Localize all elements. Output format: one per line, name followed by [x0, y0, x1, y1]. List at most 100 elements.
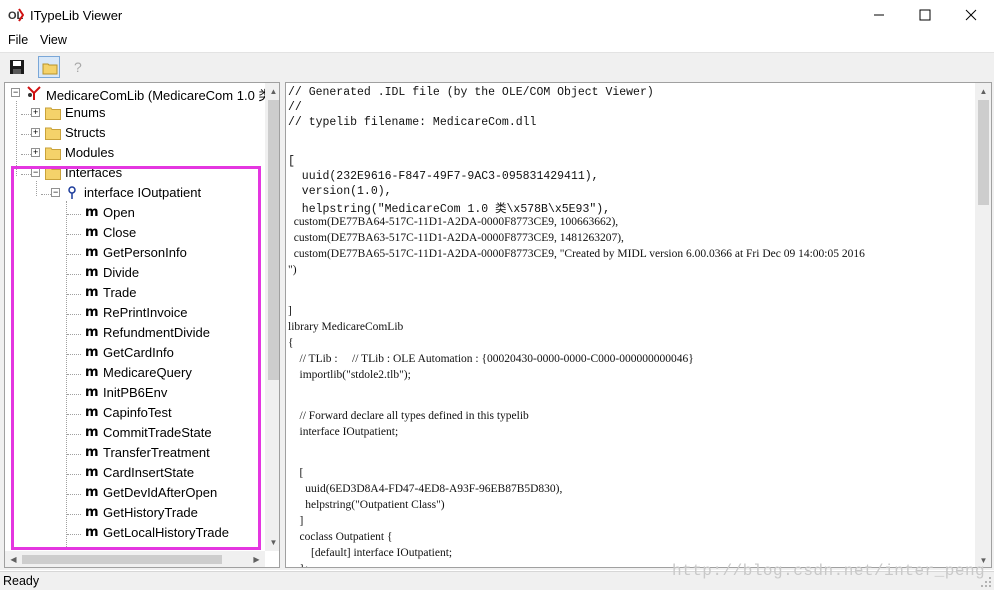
tree-method-item[interactable]: m CapinfoTest — [5, 403, 265, 423]
tree-method-label: GetPersonInfo — [103, 245, 187, 260]
folder-open-icon — [42, 63, 58, 75]
idl-line: uuid(6ED3D8A4-FD47-4ED8-A93F-96EB87B5D83… — [288, 483, 563, 495]
tree-method-label: CardInsertState — [103, 465, 195, 480]
tree-method-item[interactable]: m Divide — [5, 263, 265, 283]
tree-method-label: GetDevIdAfterOpen — [103, 485, 218, 500]
tree-folder-label: Interfaces — [65, 165, 123, 180]
tree-method-item[interactable]: m Open — [5, 203, 265, 223]
ole-view-icon: OL — [8, 8, 24, 22]
idl-line: { — [288, 337, 294, 349]
tree-method-item[interactable]: m RePrintInvoice — [5, 303, 265, 323]
scroll-up-arrow-icon[interactable]: ▲ — [265, 83, 279, 100]
tree-method-label: Divide — [103, 265, 140, 280]
expand-expander[interactable]: + — [31, 108, 40, 117]
tree-method-item[interactable]: m InitPB6Env — [5, 383, 265, 403]
folder-icon — [45, 107, 61, 120]
tree-connector — [67, 474, 81, 475]
tree-vertical-scrollbar[interactable]: ▲ ▼ — [265, 83, 279, 551]
tree-method-item[interactable]: m RefundmentDivide — [5, 323, 265, 343]
collapse-expander[interactable]: − — [11, 88, 20, 97]
open-button[interactable] — [38, 56, 60, 78]
tree-connector — [67, 354, 81, 355]
type-tree[interactable]: − MedicareComLib (MedicareCom 1.0 类 + En… — [5, 83, 265, 551]
idl-line: library MedicareComLib — [288, 321, 404, 333]
window-title: ITypeLib Viewer — [30, 8, 123, 23]
tree-method-item[interactable]: m GetCardInfo — [5, 343, 265, 363]
tree-method-label: MedicareQuery — [103, 365, 192, 380]
scroll-right-arrow-icon[interactable]: ▶ — [248, 551, 265, 567]
folder-open-icon — [45, 167, 61, 180]
tree-connector — [67, 374, 81, 375]
method-icon: m — [85, 345, 99, 360]
idl-line: importlib("stdole2.tlb"); — [288, 369, 411, 381]
save-button[interactable] — [6, 56, 28, 78]
idl-line: ] — [288, 305, 292, 317]
tree-method-item[interactable]: m GetPersonInfo — [5, 243, 265, 263]
method-icon: m — [85, 245, 99, 260]
collapse-expander[interactable]: − — [31, 168, 40, 177]
scroll-thumb[interactable] — [22, 555, 222, 564]
tree-method-item[interactable]: m GetHistoryTrade — [5, 503, 265, 523]
tree-method-label: RefundmentDivide — [103, 325, 210, 340]
tree-connector — [67, 334, 81, 335]
help-button[interactable]: ? — [68, 56, 90, 78]
method-icon: m — [85, 525, 99, 540]
tree-folder-label: Modules — [65, 145, 115, 160]
expand-expander[interactable]: + — [31, 128, 40, 137]
tree-interface-ioutpatient[interactable]: − interface IOutpatient — [5, 183, 265, 203]
save-icon — [10, 60, 24, 74]
idl-vertical-scrollbar[interactable]: ▲ ▼ — [975, 83, 991, 567]
tree-root[interactable]: − MedicareComLib (MedicareCom 1.0 类 — [5, 83, 265, 103]
tree-folder-modules[interactable]: + Modules — [5, 143, 265, 163]
tree-method-item[interactable]: m GetLocalHistoryTrade — [5, 523, 265, 543]
tree-folder-interfaces[interactable]: − Interfaces — [5, 163, 265, 183]
scroll-thumb[interactable] — [978, 100, 989, 205]
tree-method-item[interactable]: m CardInsertState — [5, 463, 265, 483]
idl-text[interactable]: // Generated .IDL file (by the OLE/COM O… — [288, 83, 974, 567]
status-text: Ready — [3, 574, 40, 588]
menu-view[interactable]: View — [40, 33, 67, 47]
tree-method-item[interactable]: m TransferTreatment — [5, 443, 265, 463]
method-icon: m — [85, 285, 99, 300]
idl-line: interface IOutpatient; — [288, 426, 399, 438]
tree-method-item[interactable]: m CommitTradeState — [5, 423, 265, 443]
tree-connector — [67, 214, 81, 215]
tree-connector — [67, 534, 81, 535]
folder-icon — [45, 147, 61, 160]
scroll-down-arrow-icon[interactable]: ▼ — [265, 534, 279, 551]
tree-connector — [67, 514, 81, 515]
type-tree-pane[interactable]: − MedicareComLib (MedicareCom 1.0 类 + En… — [4, 82, 280, 568]
tree-connector — [67, 274, 81, 275]
svg-text:?: ? — [74, 59, 82, 75]
method-icon: m — [85, 425, 99, 440]
tree-method-label: Close — [103, 225, 137, 240]
idl-line: uuid(232E9616-F847-49F7-9AC3-09583142941… — [288, 170, 599, 183]
idl-text-pane[interactable]: // Generated .IDL file (by the OLE/COM O… — [285, 82, 992, 568]
scroll-left-arrow-icon[interactable]: ◀ — [5, 551, 22, 567]
tree-connector — [67, 234, 81, 235]
collapse-expander[interactable]: − — [51, 188, 60, 197]
tree-method-item[interactable]: m GetDevIdAfterOpen — [5, 483, 265, 503]
method-icon: m — [85, 405, 99, 420]
tree-connector — [67, 394, 81, 395]
tree-folder-enums[interactable]: + Enums — [5, 103, 265, 123]
menu-file[interactable]: File — [8, 33, 28, 47]
toolbar: ? — [0, 52, 994, 80]
expand-expander[interactable]: + — [31, 148, 40, 157]
tree-folder-structs[interactable]: + Structs — [5, 123, 265, 143]
folder-icon — [45, 127, 61, 140]
minimize-button[interactable] — [856, 0, 902, 30]
title-bar: OL ITypeLib Viewer — [0, 0, 994, 30]
tree-method-item[interactable]: m MedicareQuery — [5, 363, 265, 383]
maximize-button[interactable] — [902, 0, 948, 30]
idl-line: ") — [288, 264, 297, 276]
method-icon: m — [85, 325, 99, 340]
tree-method-item[interactable]: m Trade — [5, 283, 265, 303]
close-button[interactable] — [948, 0, 994, 30]
idl-line: helpstring("MedicareCom 1.0 类\x578B\x5E9… — [288, 203, 611, 216]
tree-connector — [67, 454, 81, 455]
scroll-up-arrow-icon[interactable]: ▲ — [975, 83, 991, 100]
scroll-thumb[interactable] — [268, 100, 279, 380]
tree-method-item[interactable]: m Close — [5, 223, 265, 243]
tree-horizontal-scrollbar[interactable]: ◀ ▶ — [5, 551, 265, 567]
